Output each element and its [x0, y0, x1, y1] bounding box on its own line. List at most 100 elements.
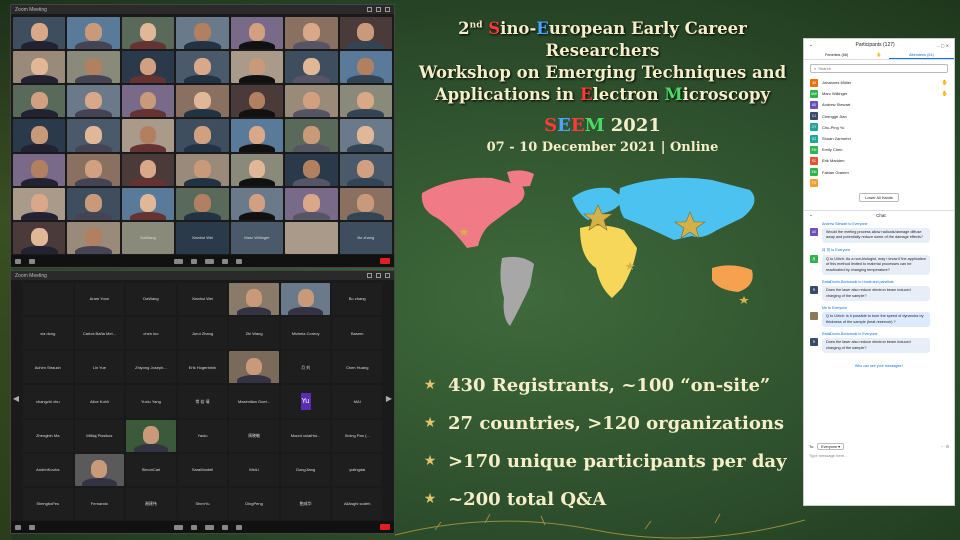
video-tile[interactable] [229, 283, 279, 316]
video-tile[interactable] [13, 119, 66, 152]
video-tile[interactable]: Marc Willinger [230, 221, 284, 254]
video-tile[interactable]: Zhengbin Ma [23, 419, 73, 452]
video-tile[interactable]: Alice Kohli [74, 385, 125, 418]
video-tile[interactable]: Yuxiu Yang [126, 385, 176, 418]
video-tile[interactable] [13, 51, 66, 84]
video-tile[interactable] [230, 153, 284, 186]
tab-attendees[interactable]: Attendees (61) [888, 51, 954, 59]
video-tile[interactable] [67, 119, 120, 152]
video-tile[interactable]: Bo zhang [332, 283, 382, 316]
participant-row[interactable]: CJ Chengge Jiao [810, 111, 948, 122]
panel-window-controls[interactable]: – ▢ ✕ [937, 43, 949, 48]
video-tile[interactable]: SaraMontell [177, 453, 228, 486]
video-tile[interactable] [67, 17, 120, 50]
video-tile[interactable] [13, 153, 66, 186]
video-tile[interactable]: Miltiaj Pissikos [74, 419, 125, 452]
video-tile[interactable] [285, 187, 338, 220]
video-tile[interactable]: yutingdai [332, 453, 382, 486]
video-tile[interactable] [285, 17, 338, 50]
video-tile[interactable] [121, 51, 175, 84]
lower-all-hands-button[interactable]: Lower All Hands [859, 192, 899, 202]
video-tile[interactable]: Carlos Baña Mei... [74, 317, 125, 350]
next-page-arrow-icon[interactable]: ▶ [385, 391, 393, 405]
video-tile[interactable] [121, 119, 175, 152]
tab-panelists[interactable]: Panelists (66) [804, 51, 869, 59]
reactions-button[interactable] [235, 524, 242, 530]
video-tile[interactable] [13, 17, 66, 50]
video-tile[interactable]: Aram Yoon [74, 283, 125, 316]
video-tile[interactable] [285, 51, 338, 84]
video-button[interactable] [29, 258, 35, 264]
chat-button[interactable] [190, 258, 197, 264]
video-tile[interactable] [176, 153, 229, 186]
file-and-more-icon[interactable]: ⋯ ⚙ [941, 444, 949, 449]
video-tile[interactable]: Zhiyong Joseph... [126, 351, 176, 384]
video-tile[interactable] [176, 51, 229, 84]
who-can-see-link[interactable]: Who can see your messages? [804, 364, 954, 368]
share-screen-button[interactable] [204, 524, 214, 530]
video-tile[interactable]: Xianhui Wei [177, 283, 228, 316]
video-tile[interactable]: Lin Yue [74, 351, 125, 384]
share-screen-button[interactable] [204, 258, 214, 264]
participants-button[interactable] [173, 524, 183, 530]
video-tile[interactable] [230, 187, 284, 220]
video-tile[interactable] [285, 119, 338, 152]
video-tile[interactable]: MAI [332, 385, 382, 418]
chat-message-input[interactable]: Type message here... [809, 453, 949, 458]
video-tile[interactable] [230, 51, 284, 84]
video-tile[interactable] [23, 283, 73, 316]
video-tile[interactable]: 鲍成华 [280, 487, 331, 520]
video-tile[interactable] [176, 187, 229, 220]
video-tile[interactable]: SimonCarl [126, 453, 176, 486]
video-tile[interactable]: ShengboFeu [23, 487, 73, 520]
video-tile[interactable] [121, 17, 175, 50]
video-tile[interactable] [74, 453, 125, 486]
video-tile[interactable] [121, 153, 175, 186]
record-button[interactable] [221, 524, 228, 530]
video-button[interactable] [29, 524, 35, 530]
video-tile[interactable]: Mount xulaiHui... [280, 419, 331, 452]
video-tile[interactable]: Bo zhang [339, 221, 392, 254]
video-tile[interactable] [339, 187, 392, 220]
video-tile[interactable]: Fernando [74, 487, 125, 520]
window-controls[interactable] [367, 273, 390, 278]
video-tile[interactable]: DaWang [121, 221, 175, 254]
video-tile[interactable] [285, 153, 338, 186]
reactions-button[interactable] [235, 258, 242, 264]
video-tile[interactable]: Xining Pan (... [332, 419, 382, 452]
video-tile[interactable]: Yaolu [177, 419, 228, 452]
video-tile[interactable]: AndrinKovics [23, 453, 73, 486]
record-button[interactable] [221, 258, 228, 264]
video-tile[interactable] [176, 17, 229, 50]
video-tile[interactable]: Maximilian Goet... [229, 385, 279, 418]
chat-button[interactable] [190, 524, 197, 530]
video-tile[interactable] [67, 221, 120, 254]
participant-row[interactable]: AS Andrew Stewart [810, 99, 948, 110]
video-tile[interactable] [121, 85, 175, 118]
video-tile[interactable]: xia dong [23, 317, 73, 350]
video-tile[interactable] [126, 419, 176, 452]
video-tile[interactable]: Erik Hogerbrink [177, 351, 228, 384]
window-controls[interactable] [367, 7, 390, 12]
video-tile[interactable]: Michela Conroy [280, 317, 331, 350]
video-tile[interactable]: chen luo [126, 317, 176, 350]
video-tile[interactable] [67, 187, 120, 220]
video-tile[interactable] [230, 17, 284, 50]
video-tile[interactable] [13, 187, 66, 220]
participant-row[interactable]: CY Chu-Ping Yu [810, 122, 948, 133]
video-tile[interactable] [339, 17, 392, 50]
video-tile[interactable] [339, 153, 392, 186]
video-tile[interactable]: AllAsghi sodeh [332, 487, 382, 520]
video-tile[interactable] [67, 153, 120, 186]
mute-button[interactable] [15, 524, 21, 530]
video-tile[interactable]: WeiLi [229, 453, 279, 486]
participant-search-input[interactable]: ⌕ Search [810, 64, 948, 73]
video-tile[interactable] [229, 351, 279, 384]
video-tile[interactable]: Achim Strauch [23, 351, 73, 384]
video-tile[interactable] [339, 51, 392, 84]
recipient-dropdown[interactable]: Everyone ▾ [817, 443, 845, 450]
video-tile[interactable]: Basem [332, 317, 382, 350]
video-tile[interactable] [67, 51, 120, 84]
video-tile[interactable] [230, 85, 284, 118]
video-tile[interactable]: Zhi Wang [229, 317, 279, 350]
